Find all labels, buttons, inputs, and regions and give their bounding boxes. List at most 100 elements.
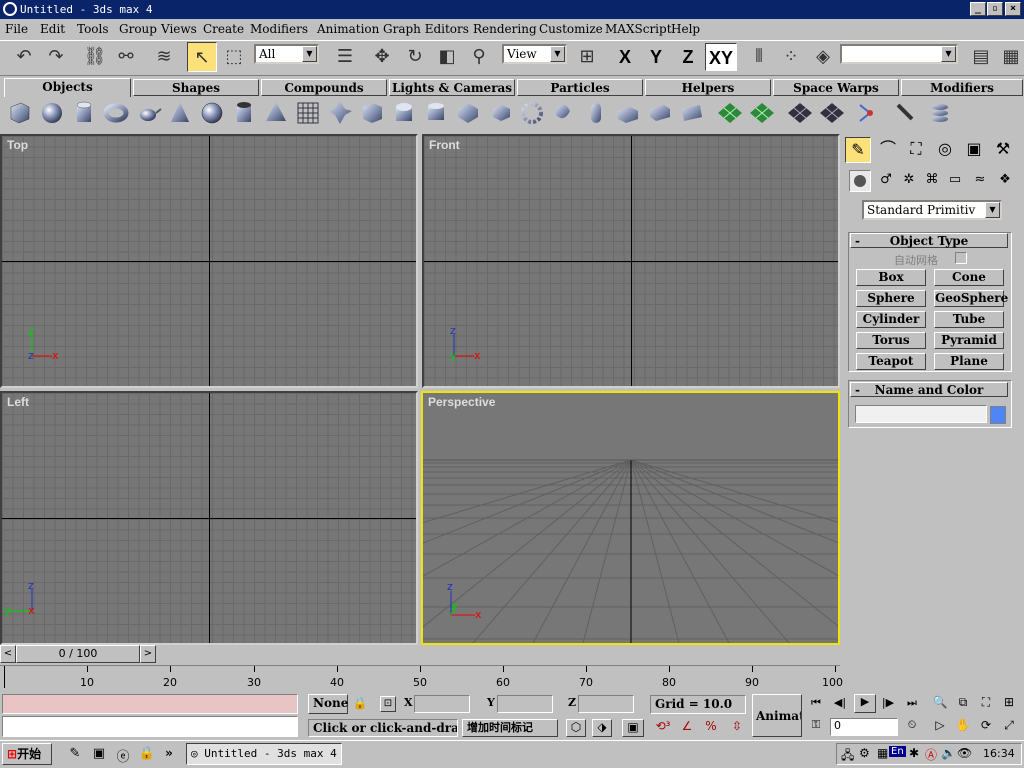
quicklaunch-ie-icon[interactable]: ⓔ [114,746,132,765]
create-panel-tab[interactable]: ✎ [845,137,871,163]
tab-objects[interactable]: Objects [4,78,131,97]
box-button[interactable]: Box [856,269,926,286]
app-icon[interactable] [3,2,17,16]
play-icon[interactable]: ▶ [854,694,876,713]
restrict-xy-button[interactable]: XY [705,43,737,71]
systems-category-icon[interactable]: ❖ [994,172,1016,192]
viewport-left-label[interactable]: Left [7,395,29,409]
maxscript-listener-mini[interactable] [2,694,298,714]
tray-volume-icon[interactable]: ⚙ [859,746,870,760]
cylinder-button[interactable]: Cylinder [856,311,926,328]
torus-button[interactable]: Torus [856,332,926,349]
menu-create[interactable]: Create [203,19,244,39]
oil-tank-icon[interactable] [396,103,412,121]
menu-animation[interactable]: Animation [317,19,379,39]
hammer-icon[interactable] [896,103,914,121]
menu-rendering[interactable]: Rendering [473,19,537,39]
l-ext-icon[interactable] [618,107,638,123]
fov-icon[interactable]: ▷ [930,718,950,736]
spacewarps-category-icon[interactable]: ≈ [969,172,991,192]
object-color-swatch[interactable] [990,406,1006,424]
tube-button[interactable]: Tube [934,311,1004,328]
align-icon[interactable]: ◈ [808,42,838,72]
scale-icon[interactable]: ◧ [432,42,462,72]
link-icon[interactable]: ⛓ [80,42,110,72]
menu-customize[interactable]: Customize [539,19,603,39]
tray-network-icon[interactable]: 🖧 [841,746,854,767]
pivot-center-icon[interactable]: ⊞ [572,42,602,72]
absolute-mode-icon[interactable]: ⊡ [380,696,396,712]
cone-button[interactable]: Cone [934,269,1004,286]
hierarchy-panel-tab[interactable]: ⛶ [902,137,930,163]
prev-frame-icon[interactable]: ◀| [830,696,850,712]
add-time-tag-button[interactable]: 增加时间标记 [462,719,558,737]
menu-help[interactable]: Help [671,19,700,39]
tab-lights-cameras[interactable]: Lights & Cameras [389,79,515,96]
pan-icon[interactable]: ✋ [953,718,973,736]
cameras-category-icon[interactable]: ⌘ [921,172,943,192]
object-name-input[interactable] [855,405,987,423]
maximize-button[interactable]: ▫ [987,2,1003,16]
ring-wave-icon[interactable] [556,104,570,119]
lock-selection-icon[interactable]: 🔒 [352,696,368,712]
manipulate-icon[interactable]: ⚲ [464,42,494,72]
viewport-front[interactable]: Front z x y [422,134,840,388]
sphere-icon[interactable] [42,103,62,123]
spindle-icon[interactable] [428,103,444,120]
helpers-category-icon[interactable]: ▭ [944,172,966,192]
menu-tools[interactable]: Tools [77,19,109,39]
object-type-rollout-title[interactable]: - Object Type [850,233,1008,248]
selection-filter-dropdown[interactable]: All ▼ [254,44,319,64]
tab-compounds[interactable]: Compounds [261,79,387,96]
tab-helpers[interactable]: Helpers [645,79,771,96]
menu-views[interactable]: Views [161,19,197,39]
undo-icon[interactable]: ↶ [9,42,39,72]
zoom-extents-icon[interactable]: ⛶ [976,695,996,713]
next-frame-icon[interactable]: |▶ [878,696,898,712]
time-next-button[interactable]: > [140,645,156,663]
restrict-z-button[interactable]: Z [674,43,702,71]
name-color-rollout-title[interactable]: - Name and Color [850,382,1008,397]
time-slider-thumb[interactable]: 0 / 100 [16,645,140,663]
ref-coord-dropdown[interactable]: View ▼ [502,44,567,64]
select-object-icon[interactable]: ↖ [187,42,217,72]
viewport-top[interactable]: Top y x z [0,134,418,388]
tray-ime-icon[interactable]: ✱ [909,746,919,760]
bones-icon[interactable] [859,104,873,122]
display-panel-tab[interactable]: ▣ [960,137,988,163]
rotate-icon[interactable]: ↻ [400,42,430,72]
viewport-left[interactable]: Left z y x [0,391,418,645]
array-icon[interactable]: ⁘ [776,42,806,72]
tab-modifiers[interactable]: Modifiers [901,79,1023,96]
current-frame-input[interactable]: 0 [830,718,898,736]
geometry-category-icon[interactable] [849,170,871,192]
track-view-icon[interactable]: ▤ [966,42,996,72]
grid-object-icon[interactable] [718,103,742,123]
named-selection-dropdown[interactable]: ▼ [840,44,958,64]
minimize-button[interactable]: _ [970,2,986,16]
tray-input-language[interactable]: En [889,746,906,757]
degradation-override-icon[interactable]: ⬡ [566,719,586,737]
angle-snap-icon[interactable]: ∠ [676,719,698,737]
arc-rotate-icon[interactable]: ⟳ [976,718,996,736]
pyramid-icon[interactable] [266,102,286,121]
cylinder-icon[interactable] [76,101,92,122]
tray-monitor-icon[interactable]: ▦ [877,746,888,760]
geosphere-button[interactable]: GeoSphere [934,290,1008,307]
menu-file[interactable]: File [5,19,28,39]
cone-icon[interactable] [171,102,189,122]
chamfer-box-icon[interactable] [363,103,382,123]
bind-spacewarp-icon[interactable]: ≋ [149,42,179,72]
taskbar-task-3dsmax[interactable]: ◎ Untitled - 3ds max 4 [186,743,342,765]
shapes-category-icon[interactable]: ♂ [875,172,897,192]
motion-panel-tab[interactable]: ◎ [931,137,959,163]
go-to-start-icon[interactable]: ⏮ [806,696,826,712]
time-config-icon[interactable]: ⏲ [902,718,922,734]
maxscript-input[interactable] [2,716,298,737]
prism-icon[interactable] [682,105,702,121]
hedra-icon[interactable] [328,101,352,124]
tray-app-icon[interactable]: Ⓐ [925,746,937,763]
tray-speaker-icon[interactable]: 🔊 [941,746,956,760]
plane-button[interactable]: Plane [934,353,1004,370]
patch-icon[interactable] [788,103,812,123]
